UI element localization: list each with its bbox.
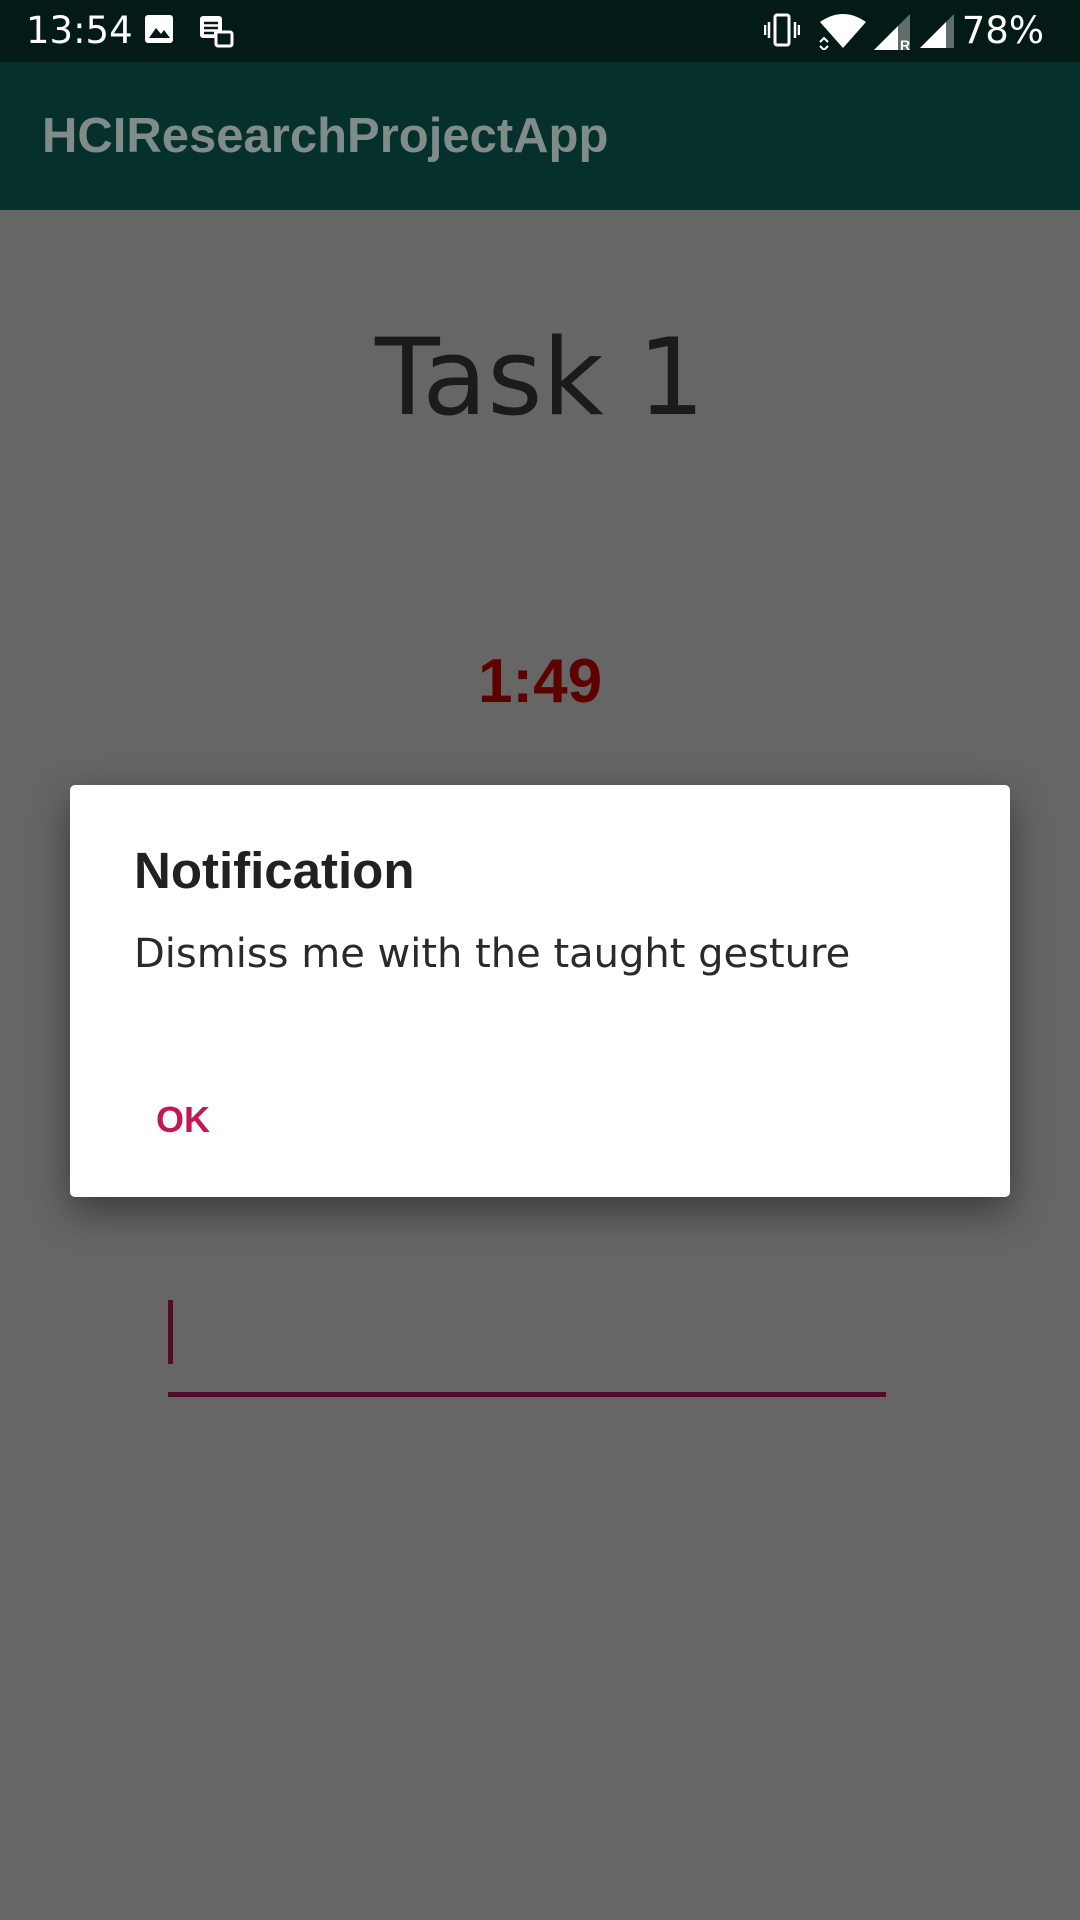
signal-icon (918, 12, 956, 55)
dialog-message: Dismiss me with the taught gesture (134, 931, 851, 977)
text-caret (168, 1300, 173, 1364)
notification-dialog: Notification Dismiss me with the taught … (70, 785, 1010, 1197)
status-time: 13:54 (26, 9, 133, 52)
signal-roaming-icon: R (872, 12, 912, 57)
svg-text:R: R (900, 37, 910, 52)
app-bar: HCIResearchProjectApp (0, 62, 1080, 210)
ok-button[interactable]: OK (156, 1085, 276, 1155)
dialog-title: Notification (134, 842, 415, 899)
vibrate-icon (763, 12, 801, 53)
countdown-timer: 1:49 (477, 647, 603, 716)
battery-level: 78% (961, 9, 1044, 52)
task-icon (198, 14, 236, 55)
status-bar: 13:54 R 78% (0, 0, 1080, 62)
task-title: Task 1 (375, 316, 705, 439)
wifi-icon (818, 12, 868, 55)
app-title: HCIResearchProjectApp (42, 109, 609, 163)
answer-input[interactable] (168, 1296, 886, 1397)
image-icon (144, 14, 174, 49)
